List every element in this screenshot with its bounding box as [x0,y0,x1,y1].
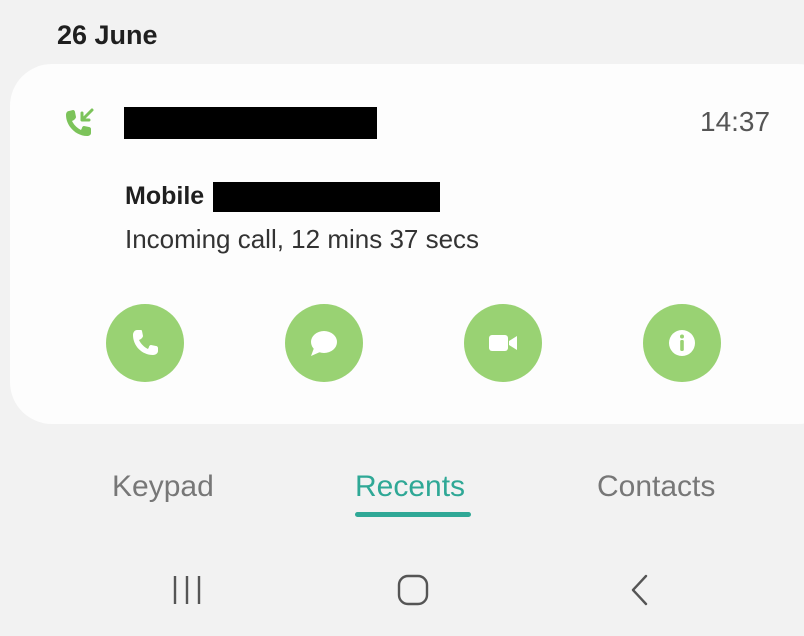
back-icon [631,574,648,606]
tab-keypad[interactable]: Keypad [112,470,214,504]
tab-contacts[interactable]: Contacts [597,470,715,504]
date-header: 26 June [57,20,158,50]
number-type-label: Mobile [125,182,205,210]
phone-icon [133,330,158,355]
tab-recents[interactable]: Recents [355,470,465,504]
active-tab-indicator [355,512,471,517]
message-icon [311,331,337,356]
call-log-card[interactable]: 14:37 Mobile Incoming call, 12 mins 37 s… [10,64,804,424]
incoming-call-icon [62,106,96,140]
info-icon [669,330,695,356]
back-button[interactable] [628,572,652,608]
redacted-phone-number [213,182,440,212]
home-button[interactable] [396,572,430,608]
recent-apps-button[interactable] [170,572,204,608]
home-icon [397,574,429,606]
details-button[interactable] [643,304,721,382]
recent-apps-icon [173,576,201,604]
message-button[interactable] [285,304,363,382]
call-detail-text: Incoming call, 12 mins 37 secs [125,224,480,254]
redacted-contact-name [124,107,377,139]
call-time: 14:37 [700,106,771,137]
video-call-button[interactable] [464,304,542,382]
call-button[interactable] [106,304,184,382]
video-icon [489,335,517,351]
